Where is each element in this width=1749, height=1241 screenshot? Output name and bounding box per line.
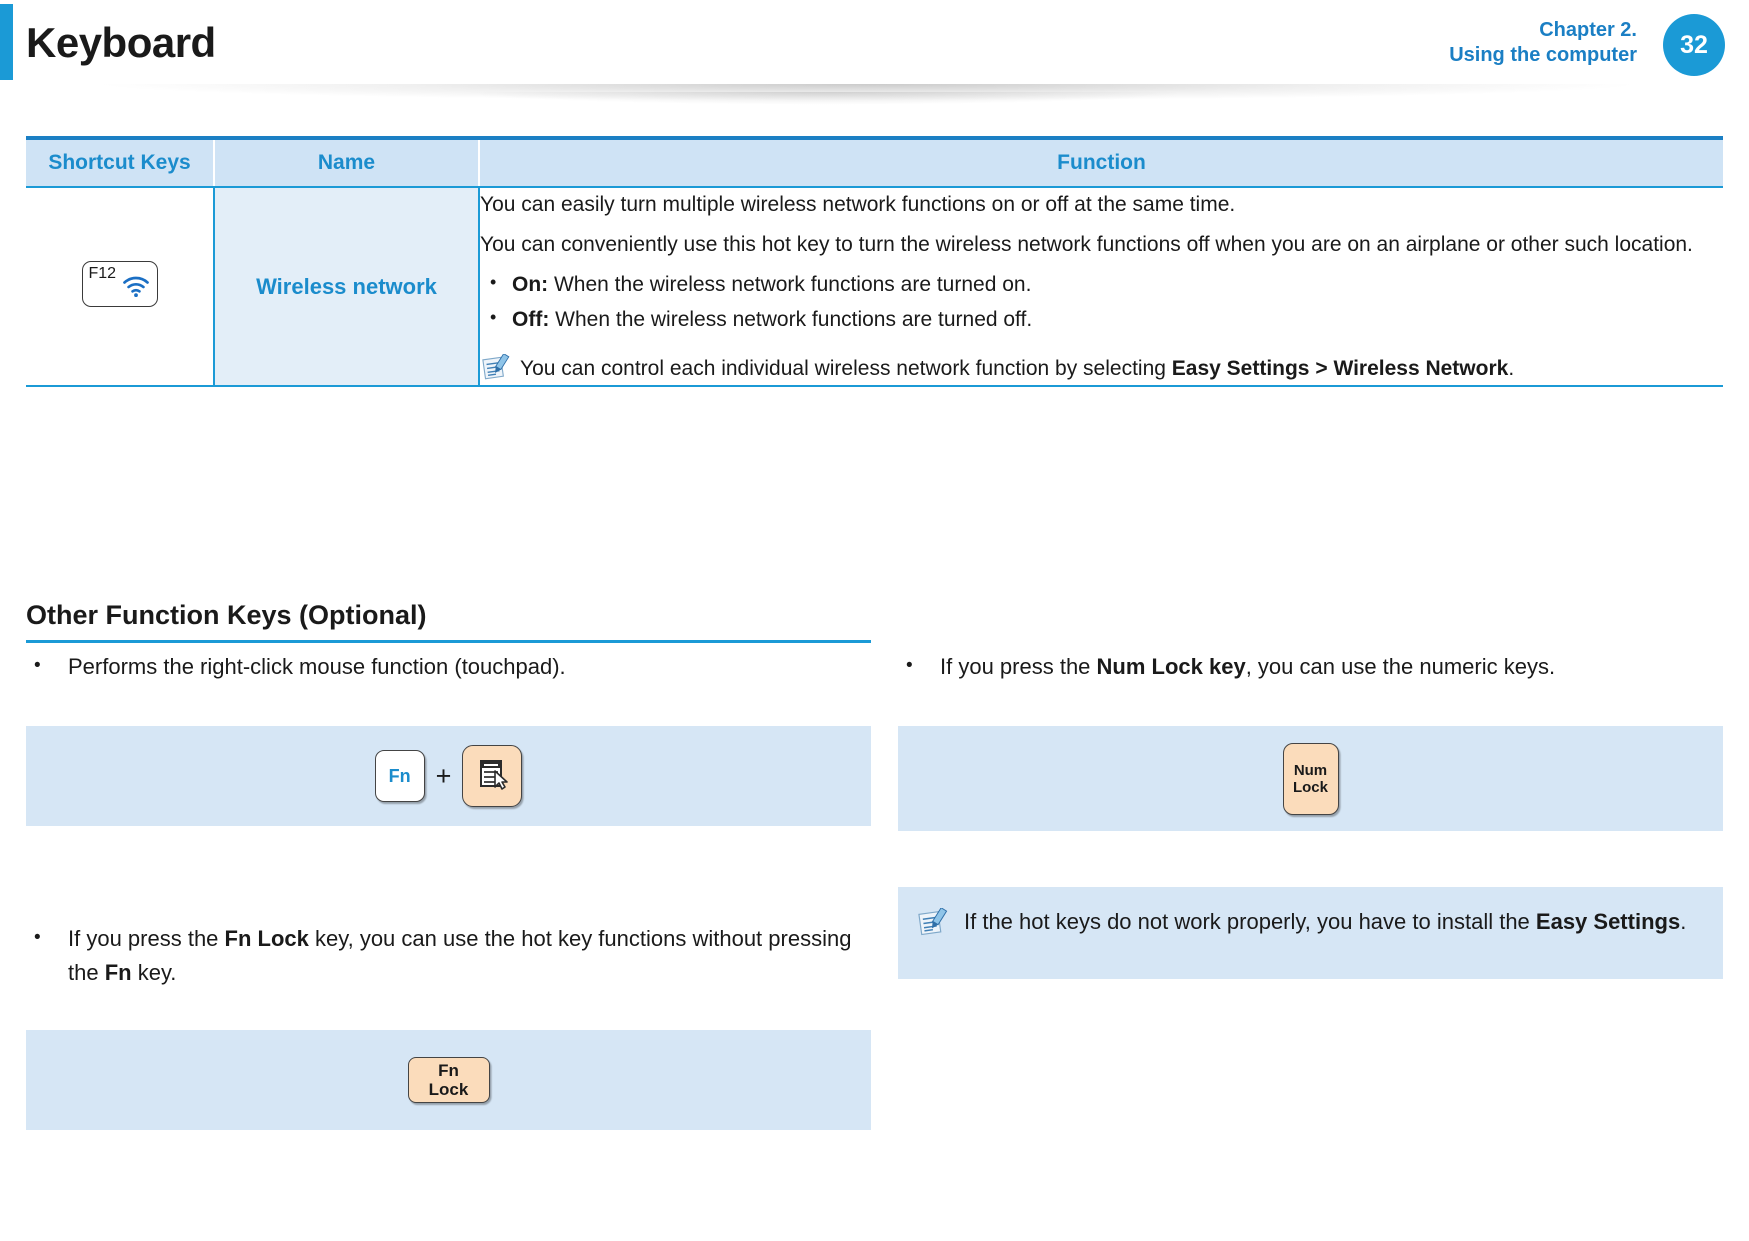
key-panel-fn-lock: Fn Lock <box>26 1030 871 1130</box>
right-bullet-1-suffix: , you can use the numeric keys. <box>1245 654 1556 679</box>
document-page: Keyboard Chapter 2. Using the computer 3… <box>0 0 1749 1241</box>
note-panel-bold: Easy Settings <box>1535 909 1681 934</box>
key-f12: F12 <box>81 261 158 307</box>
header-shadow-secondary <box>400 92 1250 110</box>
left-column: Performs the right-click mouse function … <box>26 649 871 1130</box>
page-number-badge: 32 <box>1663 14 1725 76</box>
note-panel-prefix: If the hot keys do not work properly, yo… <box>964 909 1536 934</box>
wifi-icon <box>122 276 150 302</box>
function-bullet-list: On: When the wireless network functions … <box>480 266 1723 336</box>
key-context-menu <box>462 745 523 807</box>
left-bullet-1: Performs the right-click mouse function … <box>26 649 871 684</box>
function-note-suffix: . <box>1508 357 1515 380</box>
column-header-shortcut-keys: Shortcut Keys <box>26 136 215 188</box>
bullet-on-label: On: <box>512 273 549 296</box>
key-num-lock: Num Lock <box>1282 742 1339 815</box>
key-fn-label: Fn <box>388 765 411 786</box>
chapter-number: Chapter 2. <box>1539 19 1637 41</box>
left-bullet-2-suffix: key. <box>131 960 177 985</box>
plus-sign: + <box>435 760 452 791</box>
chapter-title: Using the computer <box>1449 44 1637 66</box>
right-bullet-1-bold: Num Lock key <box>1096 654 1246 679</box>
chapter-label: Chapter 2. Using the computer <box>1449 18 1637 68</box>
bullet-on-text: When the wireless network functions are … <box>548 273 1032 296</box>
cell-shortcut-key: F12 <box>26 187 215 387</box>
section-underline <box>26 640 871 643</box>
key-fn: Fn <box>374 750 425 802</box>
function-bullet-on: On: When the wireless network functions … <box>480 266 1723 301</box>
function-note: You can control each individual wireless… <box>480 352 1723 385</box>
note-panel-suffix: . <box>1680 909 1687 934</box>
table-row: F12 Wireless network You can easily turn… <box>26 187 1723 387</box>
key-num-lock-line2: Lock <box>1292 778 1328 796</box>
page-header: Keyboard Chapter 2. Using the computer 3… <box>0 0 1749 110</box>
key-f12-label: F12 <box>88 265 117 282</box>
note-pen-icon <box>482 353 512 390</box>
cell-function: You can easily turn multiple wireless ne… <box>479 187 1723 387</box>
note-pen-icon <box>918 907 950 946</box>
header-accent-bar <box>0 4 13 80</box>
left-bullet-2-bold-2: Fn <box>104 960 132 985</box>
function-note-prefix: You can control each individual wireless… <box>520 357 1172 380</box>
function-paragraph-1: You can easily turn multiple wireless ne… <box>480 193 1236 216</box>
left-bullet-2-bold-1: Fn Lock <box>224 926 309 951</box>
page-title: Keyboard <box>26 19 216 66</box>
key-panel-num-lock: Num Lock <box>898 726 1723 831</box>
cell-name: Wireless network <box>214 187 480 387</box>
function-bullet-off: Off: When the wireless network functions… <box>480 301 1723 336</box>
left-bullet-2: If you press the Fn Lock key, you can us… <box>26 921 871 990</box>
note-panel-easy-settings: If the hot keys do not work properly, yo… <box>898 887 1723 979</box>
note-panel-content: If the hot keys do not work properly, yo… <box>918 905 1703 939</box>
right-bullet-1: If you press the Num Lock key, you can u… <box>898 649 1723 684</box>
shortcut-keys-table: Shortcut Keys Name Function F12 Wireless… <box>26 136 1723 387</box>
section-heading-wrap: Other Function Keys (Optional) <box>26 600 871 643</box>
column-header-name: Name <box>214 136 480 188</box>
key-fn-lock: Fn Lock <box>407 1057 490 1103</box>
key-fn-lock-line2: Lock <box>428 1080 469 1099</box>
bullet-off-label: Off: <box>512 308 550 331</box>
key-fn-lock-line1: Fn <box>438 1061 459 1080</box>
right-bullet-1-prefix: If you press the <box>940 654 1097 679</box>
table-header-row: Shortcut Keys Name Function <box>26 136 1723 188</box>
function-note-bold-1: Easy Settings > <box>1171 357 1328 380</box>
right-column: If you press the Num Lock key, you can u… <box>898 649 1723 979</box>
context-menu-icon <box>475 757 509 796</box>
left-bullet-1-text: Performs the right-click mouse function … <box>68 654 566 679</box>
column-header-function: Function <box>479 136 1723 188</box>
key-num-lock-line1: Num <box>1293 761 1328 779</box>
left-bullet-2-prefix: If you press the <box>68 926 225 951</box>
function-note-bold-2: Wireless Network <box>1333 357 1509 380</box>
key-panel-fn-menu: Fn + <box>26 726 871 826</box>
function-paragraph-2: You can conveniently use this hot key to… <box>480 233 1693 256</box>
section-heading: Other Function Keys (Optional) <box>26 600 427 630</box>
bullet-off-text: When the wireless network functions are … <box>549 308 1033 331</box>
